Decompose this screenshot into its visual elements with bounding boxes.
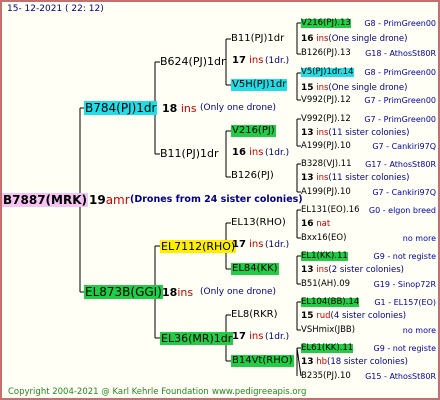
gen2-info-1: 17 ins	[232, 55, 264, 66]
root-generation: 19amr	[89, 193, 130, 207]
gen4-reference: G19 - Sinop72R	[373, 280, 436, 289]
gen4-drone-note: (18 sister colonies)	[327, 357, 409, 367]
gen2-info-4: 17 ins	[232, 331, 264, 342]
gen4-reference: G17 - AthosSt80R	[365, 160, 436, 169]
gen4-reference: G8 - PrimGreen00	[364, 19, 436, 28]
gen4-reference: no more	[402, 326, 436, 335]
gen4-drone-note: (4 sister colonies)	[330, 311, 407, 321]
gen4-drone-note: (One single drone)	[328, 34, 408, 44]
gen4-mating-tag: ins	[316, 128, 329, 138]
gen4-mating-tag: ins	[316, 34, 329, 44]
gen4-queen-id[interactable]: EL1(KK).11	[301, 252, 348, 261]
gen1-queen-1[interactable]: B784(PJ)1dr	[84, 101, 158, 115]
gen3-queen-7[interactable]: EL8(RKR)	[231, 310, 278, 320]
pedigree-chart: 15- 12-2021 ( 22: 12) B7887(MRK) 19amr (…	[0, 0, 440, 400]
gen2-info-2: 16 ins	[232, 147, 264, 158]
gen2-note-4: (1dr.)	[265, 332, 290, 342]
gen4-mating-tag: ins	[316, 265, 329, 275]
gen4-reference: G7 - Cankiri97Q	[372, 188, 436, 197]
gen1-note-1: (Only one drone)	[200, 103, 277, 113]
gen2-info-3: 17 ins	[232, 239, 264, 250]
gen4-drone-info: 13 hb(18 sister colonies)	[301, 358, 408, 367]
gen1-queen-2[interactable]: EL873B(GGI)	[84, 285, 163, 299]
gen4-generation: 15	[301, 83, 314, 93]
gen3-queen-3[interactable]: V216(PJ)	[231, 125, 276, 137]
gen4-queen-id[interactable]: V5(PJ)1dr.14	[301, 68, 354, 77]
gen3-queen-4[interactable]: B126(PJ)	[231, 171, 274, 181]
gen4-generation: 13	[301, 173, 314, 183]
gen2-queen-1[interactable]: B624(PJ)1dr	[160, 56, 226, 67]
gen4-queen-id[interactable]: A199(PJ).10	[301, 142, 351, 151]
gen4-generation: 13	[301, 357, 314, 367]
gen3-queen-2[interactable]: V5H(PJ)1dr	[231, 79, 288, 91]
gen4-reference: G7 - PrimGreen00	[364, 96, 436, 105]
gen4-reference: G15 - AthosSt80R	[365, 372, 436, 381]
gen4-queen-id[interactable]: A199(PJ).10	[301, 188, 351, 197]
gen3-queen-1[interactable]: B11(PJ)1dr	[231, 34, 284, 44]
gen4-reference: G1 - EL157(EO)	[374, 298, 436, 307]
gen4-generation: 15	[301, 311, 314, 321]
footer-url[interactable]: www.pedigreeapis.org	[212, 388, 306, 397]
gen4-drone-note: (One single drone)	[328, 83, 408, 93]
gen4-queen-id[interactable]: V992(PJ).12	[301, 96, 351, 105]
gen4-drone-note: (11 sister colonies)	[328, 173, 410, 183]
gen4-reference: G0 - elgon breed	[368, 206, 436, 215]
root-note: (Drones from 24 sister colonies)	[130, 194, 303, 205]
gen1-info-1: 18 ins	[162, 102, 197, 115]
gen4-drone-info: 13 ins(11 sister colonies)	[301, 129, 409, 138]
gen4-mating-tag: ins	[316, 83, 329, 93]
gen4-reference: G9 - not registe	[373, 252, 436, 261]
gen4-drone-info: 15 ins(One single drone)	[301, 84, 407, 93]
gen4-drone-info: 13 ins(11 sister colonies)	[301, 174, 409, 183]
footer-copyright: Copyright 2004-2021 @ Karl Kehrle Founda…	[8, 387, 209, 397]
gen4-drone-note: (11 sister colonies)	[328, 128, 410, 138]
gen2-queen-4[interactable]: EL36(MR)1dr	[160, 332, 234, 345]
gen4-queen-id[interactable]: Bxx16(EO)	[301, 234, 346, 243]
gen4-drone-note: (2 sister colonies)	[328, 265, 404, 275]
gen4-drone-info: 15 rud(4 sister colonies)	[301, 312, 406, 321]
gen4-queen-id[interactable]: V216(PJ).13	[301, 19, 351, 28]
gen4-reference: G7 - PrimGreen00	[364, 115, 436, 124]
gen4-generation: 16	[301, 34, 314, 44]
gen4-generation: 13	[301, 265, 314, 275]
gen4-queen-id[interactable]: V992(PJ).12	[301, 115, 351, 124]
gen4-drone-info: 16 nat	[301, 220, 330, 229]
gen2-queen-2[interactable]: B11(PJ)1dr	[160, 148, 219, 159]
gen4-queen-id[interactable]: EL104(BB).14	[301, 298, 360, 307]
root-queen-id[interactable]: B7887(MRK)	[2, 193, 88, 207]
gen4-queen-id[interactable]: B126(PJ).13	[301, 49, 351, 58]
gen4-generation: 16	[301, 219, 314, 229]
gen4-mating-tag: nat	[316, 219, 331, 229]
gen4-mating-tag: ins	[316, 173, 329, 183]
gen2-note-2: (1dr.)	[265, 148, 290, 158]
gen2-note-1: (1dr.)	[265, 56, 290, 66]
gen4-queen-id[interactable]: B235(PJ).10	[301, 372, 351, 381]
gen1-note-2: (Only one drone)	[200, 287, 277, 297]
gen2-note-3: (1dr.)	[265, 240, 290, 250]
gen1-info-2: 18ins	[162, 286, 194, 299]
gen4-queen-id[interactable]: VSHmix(JBB)	[301, 326, 355, 335]
gen3-queen-5[interactable]: EL13(RHO)	[231, 218, 286, 228]
gen3-queen-8[interactable]: B14Vt(RHO)	[231, 355, 294, 367]
gen4-queen-id[interactable]: EL61(KK).11	[301, 344, 354, 353]
gen2-queen-3[interactable]: EL7112(RHO)	[160, 240, 237, 253]
gen4-reference: G8 - PrimGreen00	[364, 68, 436, 77]
gen3-queen-6[interactable]: EL84(KK)	[231, 263, 279, 275]
gen4-generation: 13	[301, 128, 314, 138]
gen4-reference: G7 - Cankiri97Q	[372, 142, 436, 151]
gen4-queen-id[interactable]: B328(VJ).11	[301, 160, 352, 169]
gen4-mating-tag: rud	[316, 311, 331, 321]
gen4-reference: G18 - AthosSt80R	[365, 49, 436, 58]
gen4-reference: no more	[402, 234, 436, 243]
gen4-drone-info: 16 ins(One single drone)	[301, 35, 407, 44]
gen4-queen-id[interactable]: EL131(EO).16	[301, 206, 360, 215]
date-stamp: 15- 12-2021 ( 22: 12)	[7, 4, 104, 14]
gen4-drone-info: 13 ins(2 sister colonies)	[301, 266, 404, 275]
gen4-mating-tag: hb	[316, 357, 328, 367]
gen4-reference: G9 - not registe	[373, 344, 436, 353]
gen4-queen-id[interactable]: B51(AH).09	[301, 280, 350, 289]
